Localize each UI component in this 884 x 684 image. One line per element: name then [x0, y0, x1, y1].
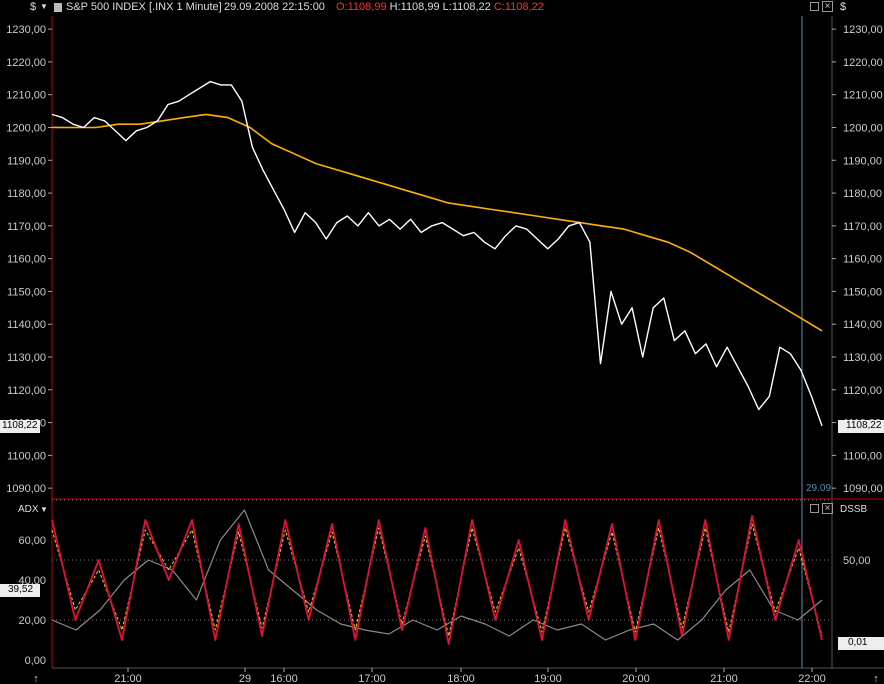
time-tick-label: 20:00 [622, 673, 650, 684]
osc-tick-left: 60,00 [18, 535, 46, 547]
dssb-signal-line [51, 523, 823, 637]
price-tick-left: 1120,00 [7, 385, 46, 397]
time-tick-label: 17:00 [358, 673, 386, 684]
time-tick-label: 22:00 [798, 673, 826, 684]
dssb-value-badge: 0,01 [838, 637, 884, 650]
time-tick-label: 16:00 [270, 673, 298, 684]
osc-tick-left: 0,00 [25, 655, 46, 667]
chevron-down-icon[interactable]: ▼ [40, 505, 48, 514]
oscillator-axis: 60,0040,0020,000,0050,00 [18, 499, 871, 667]
time-tick-label: 21:00 [710, 673, 738, 684]
last-price-right: 1108,22 [846, 420, 882, 431]
dssb-value: 0,01 [848, 637, 868, 648]
last-price-right-badge: 1108,22 [838, 420, 884, 433]
price-tick-right: 1130,00 [843, 352, 882, 364]
price-tick-left: 1230,00 [6, 24, 46, 36]
osc-tick-left: 20,00 [18, 615, 46, 627]
cursor-date-label: 29.09 [806, 483, 832, 494]
last-price-left: 1108,22 [2, 420, 38, 431]
price-tick-right: 1160,00 [843, 254, 882, 266]
price-tick-left: 1160,00 [7, 254, 46, 266]
price-tick-left: 1210,00 [6, 90, 46, 102]
time-tick-label: 21:00 [114, 673, 142, 684]
price-tick-right: 1210,00 [843, 90, 883, 102]
price-tick-right: 1200,00 [843, 122, 883, 134]
close-icon[interactable]: × [822, 503, 833, 514]
adx-value-badge: 39,52 [0, 584, 40, 597]
price-tick-left: 1200,00 [6, 122, 46, 134]
adx-value: 39,52 [8, 584, 34, 595]
price-tick-left: 1180,00 [7, 188, 46, 200]
price-axis: 1230,00 1230,00 1220,00 1220,00 1210,00 1210,… [6, 24, 883, 495]
price-tick-left: 1150,00 [7, 286, 46, 298]
price-tick-left: 1220,00 [6, 57, 46, 69]
price-line [51, 80, 823, 427]
arrow-up-icon[interactable]: ↑ [873, 673, 879, 684]
price-tick-right: 1180,00 [843, 188, 882, 200]
price-tick-right: 1220,00 [843, 57, 883, 69]
price-tick-left: 1090,00 [6, 483, 46, 495]
price-tick-right: 1170,00 [843, 221, 882, 233]
moving-average-line [51, 113, 823, 332]
time-tick-label: 19:00 [534, 673, 562, 684]
price-tick-right: 1140,00 [843, 319, 882, 331]
time-axis: 21:00 29 16:00 17:00 18:00 19:00 20:00 21:00 22:… [33, 668, 879, 684]
osc-tick-right: 50,00 [843, 555, 871, 567]
price-tick-right: 1230,00 [843, 24, 883, 36]
oscillator-name-left: ADX [18, 504, 39, 515]
maximize-icon[interactable] [810, 504, 819, 513]
oscillator-name-right: DSSB [840, 504, 868, 515]
price-tick-right: 1120,00 [843, 385, 882, 397]
price-tick-right: 1090,00 [843, 483, 883, 495]
arrow-up-icon[interactable]: ↑ [33, 673, 39, 684]
price-tick-left: 1170,00 [7, 221, 46, 233]
price-tick-left: 1190,00 [7, 155, 46, 167]
price-tick-left: 1100,00 [7, 450, 46, 462]
price-tick-right: 1150,00 [843, 286, 882, 298]
time-tick-label: 18:00 [447, 673, 475, 684]
chart-frame [51, 16, 884, 669]
time-tick-label: 29 [239, 673, 251, 684]
price-tick-left: 1130,00 [7, 352, 46, 364]
chart-canvas[interactable]: 1230,00 1230,00 1220,00 1220,00 1210,00 1210,… [0, 0, 884, 684]
last-price-left-badge: 1108,22 [0, 420, 40, 433]
price-tick-right: 1100,00 [843, 450, 882, 462]
price-tick-right: 1190,00 [843, 155, 882, 167]
price-tick-left: 1140,00 [7, 319, 46, 331]
